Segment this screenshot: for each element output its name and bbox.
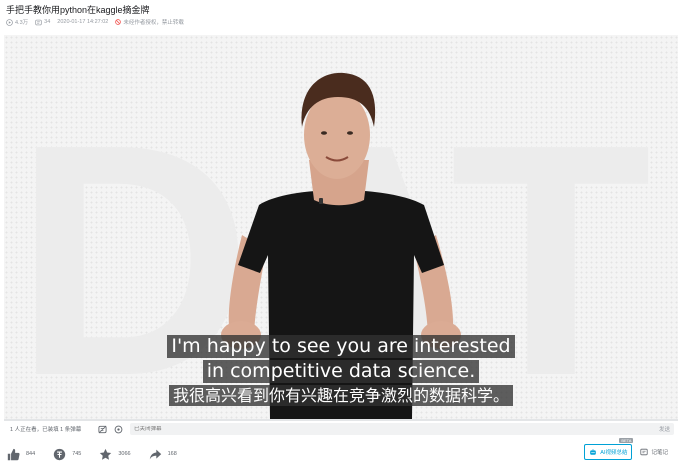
favorite-count: 3066 — [118, 451, 131, 457]
coin-icon — [54, 448, 66, 460]
subtitles: I'm happy to see you are interested in c… — [4, 335, 678, 406]
coin-count: 745 — [72, 451, 82, 457]
favorite-button[interactable]: 3066 — [99, 448, 131, 461]
rights-notice: 未经作者授权，禁止转载 — [115, 18, 184, 26]
like-count: 844 — [26, 451, 36, 457]
subtitle-cn: 我很高兴看到你有兴趣在竞争激烈的数据科学。 — [168, 385, 513, 406]
take-notes-button[interactable]: 记笔记 — [640, 448, 668, 456]
plays-count: 4.3万 — [15, 20, 29, 26]
note-icon — [640, 448, 649, 456]
ai-summary-label: AI视频总结 — [600, 450, 628, 456]
subtitle-en-line2: in competitive data science. — [202, 360, 480, 383]
danmaku-toggle-icon[interactable] — [96, 423, 108, 435]
danmaku-icon — [35, 19, 42, 25]
play-icon — [6, 18, 13, 26]
share-count: 168 — [167, 451, 177, 457]
star-icon — [100, 448, 112, 460]
beta-badge: BETA — [619, 438, 634, 443]
like-button[interactable]: 844 — [7, 448, 35, 461]
rights-text: 未经作者授权，禁止转载 — [123, 20, 184, 26]
thumbs-up-icon — [7, 448, 20, 460]
ai-robot-icon — [590, 448, 597, 455]
danmaku-input-wrap: 发送 — [130, 423, 674, 435]
share-button[interactable]: 168 — [149, 448, 177, 461]
danmaku-input[interactable] — [134, 426, 334, 432]
danmaku-bar: 1 人正在看，已装填 1 条弹幕 发送 — [4, 421, 678, 437]
ai-summary-button[interactable]: BETA AI视频总结 — [584, 438, 634, 460]
viewer-count: 1 人正在看，已装填 1 条弹幕 — [10, 427, 82, 433]
video-title: 手把手教你用python在kaggle摘金牌 — [6, 5, 150, 15]
action-bar-right: BETA AI视频总结 记笔记 — [584, 438, 668, 460]
take-notes-label: 记笔记 — [651, 450, 668, 456]
publish-date: 2020-01-17 14:27:02 — [57, 19, 109, 25]
subtitle-en-line1: I'm happy to see you are interested — [167, 335, 515, 358]
danmaku-stat: 34 — [35, 19, 50, 26]
danmaku-count: 34 — [44, 19, 51, 25]
send-button[interactable]: 发送 — [659, 425, 670, 433]
plays-stat: 4.3万 — [6, 18, 28, 26]
video-meta: 4.3万 34 2020-01-17 14:27:02 未经作者授权，禁止转载 — [6, 17, 184, 27]
share-arrow-icon — [149, 449, 161, 459]
danmaku-settings-icon[interactable] — [112, 423, 124, 435]
forbidden-icon — [115, 19, 122, 25]
video-player[interactable]: DAT I'm happy to see you are interested … — [4, 35, 678, 419]
coin-button[interactable]: 745 — [53, 448, 81, 461]
action-bar: 844 745 3066 168 — [4, 444, 678, 464]
